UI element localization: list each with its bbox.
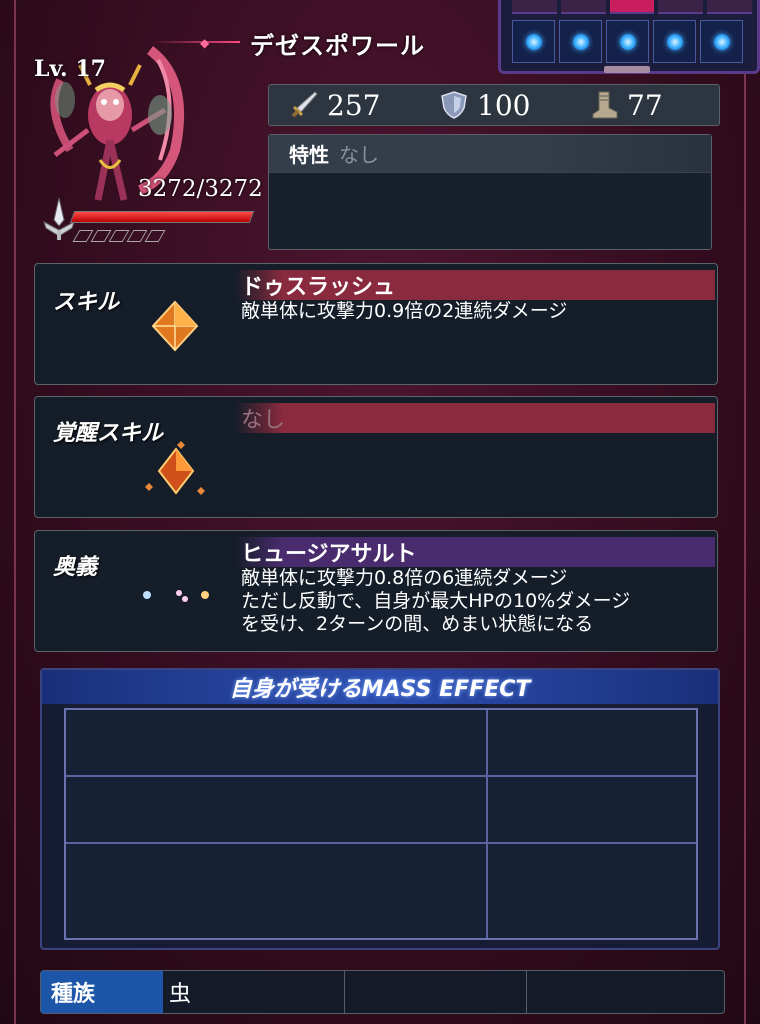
skill-name: ドゥスラッシュ [235,270,715,300]
orb-icon [525,33,542,50]
hp-bar-fill [71,212,253,222]
ultimate-desc-line: ただし反動で、自身が最大HPの10%ダメージ [241,590,631,612]
orb-icon [713,33,730,50]
hp-text: 3272/3272 [138,176,263,202]
defense-value: 100 [477,88,531,122]
boot-icon [592,91,618,119]
tribe-cell-empty [527,971,724,1013]
awaken-crystal-icon [145,441,205,495]
slot-top-cell-active [609,0,655,14]
slot-top-cell [560,0,606,14]
ultimate-label: 奥義 [53,555,98,580]
mass-effect-box: 自身が受けるMASS EFFECT [40,668,720,950]
mass-effect-cell [66,844,488,938]
slot-row [512,20,743,63]
ultimate-desc-line: 敵単体に攻撃力0.8倍の6連続ダメージ [241,567,568,589]
mass-effect-cell [488,777,696,845]
slot-orb-1[interactable] [512,20,555,63]
speed-value: 77 [627,88,663,122]
mass-effect-title: 自身が受けるMASS EFFECT [42,670,718,704]
awaken-skill-panel[interactable]: 覚醒スキル なし [34,396,718,518]
attack-value: 257 [327,88,381,122]
trait-label: 特性 [289,143,329,167]
title-diamond-icon: ◆ [200,36,210,50]
mass-effect-cell [488,844,696,938]
stat-speed: 77 [569,89,719,122]
tribe-box: 種族 虫 [40,970,725,1014]
ultimate-name: ヒュージアサルト [235,537,715,567]
sword-icon [291,91,318,118]
ultimate-description: 敵単体に攻撃力0.8倍の6連続ダメージ ただし反動で、自身が最大HPの10%ダメ… [241,567,630,636]
orb-icon [666,33,683,50]
tribe-cell-empty [345,971,527,1013]
tribe-value: 虫 [163,971,345,1013]
slot-top-strip [512,0,752,14]
monster-name: デゼスポワール [250,32,425,60]
crescent-moon-icon [143,575,209,615]
trait-header: 特性 なし [269,135,711,173]
trait-box: 特性 なし [268,134,712,250]
slot-grip-handle[interactable] [604,66,650,73]
orb-icon [619,33,636,50]
rank-stripes [72,230,166,242]
ultimate-panel[interactable]: 奥義 ヒュージアサルト 敵単体に攻撃力0.8倍の6連続ダメージ ただし反動で、自… [34,530,718,652]
skill-panel[interactable]: スキル ドゥスラッシュ 敵単体に攻撃力0.9倍の2連続ダメージ [34,263,718,385]
skill-description: 敵単体に攻撃力0.9倍の2連続ダメージ [241,300,568,322]
skill-label: スキル [53,290,120,315]
stats-bar: 257 100 77 [268,84,720,126]
mass-effect-cell [66,710,488,778]
slot-orb-4[interactable] [653,20,696,63]
slot-orb-2[interactable] [559,20,602,63]
awaken-skill-name: なし [235,403,715,433]
mass-effect-cell [488,710,696,778]
ultimate-desc-line: を受け、2ターンの間、めまい状態になる [241,613,594,635]
skill-crystal-icon [151,300,199,352]
mass-effect-cell [66,777,488,845]
slot-orb-5[interactable] [700,20,743,63]
slot-top-cell [658,0,704,14]
hp-bar [69,211,255,223]
stat-attack: 257 [269,89,419,122]
orb-icon [572,33,589,50]
mass-effect-table [64,708,698,940]
slot-top-cell [512,0,557,14]
attack-type-sword-icon [43,197,75,240]
stat-defense: 100 [419,89,569,122]
slot-orb-3[interactable] [606,20,649,63]
monster-level: Lv. 17 [34,56,106,82]
slot-top-cell [707,0,752,14]
tribe-label: 種族 [41,971,163,1013]
shield-icon [441,91,467,119]
trait-value: なし [339,143,379,167]
